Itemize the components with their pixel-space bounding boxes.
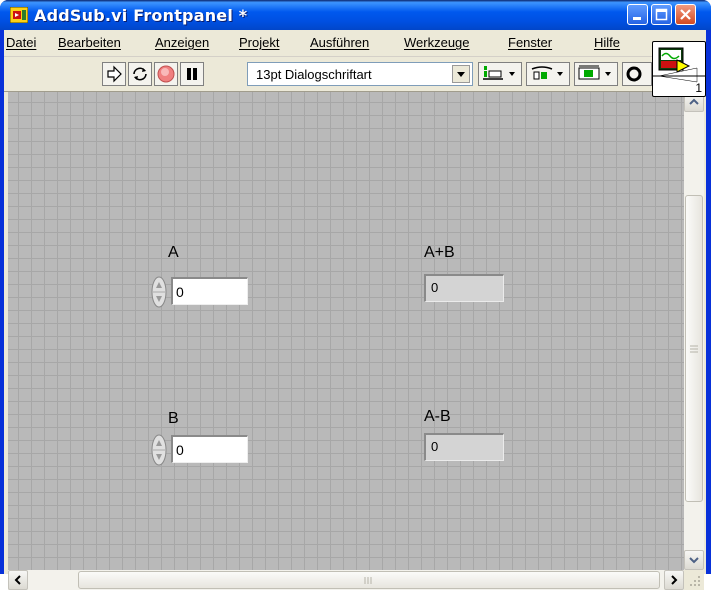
font-dropdown-button[interactable]: [452, 65, 470, 83]
run-arrow-icon: [107, 65, 122, 83]
pause-icon: [187, 68, 197, 80]
align-objects-button[interactable]: [478, 62, 522, 86]
front-panel[interactable]: A 0 A+B 0 B 0 A-B 0: [8, 92, 684, 570]
indicator-diff-display: 0: [424, 433, 504, 461]
menu-item-hilfe[interactable]: Hilfe: [594, 35, 620, 50]
menu-item-projekt[interactable]: Projekt: [239, 35, 279, 50]
indicator-diff-value: 0: [431, 439, 439, 454]
distribute-objects-icon: [531, 66, 563, 80]
minimize-button[interactable]: [627, 4, 648, 25]
menu-item-datei[interactable]: Datei: [6, 35, 36, 50]
resize-objects-icon: [578, 65, 611, 80]
reorder-icon: [626, 66, 642, 82]
vertical-scroll-thumb[interactable]: [685, 195, 703, 502]
reorder-button[interactable]: [622, 62, 652, 86]
control-a-input[interactable]: 0: [171, 277, 248, 305]
resize-grip[interactable]: [684, 570, 704, 590]
grip-lines-icon: [364, 577, 372, 584]
scroll-right-button[interactable]: [664, 570, 684, 590]
maximize-icon: [655, 8, 668, 21]
resize-objects-button[interactable]: [574, 62, 618, 86]
horizontal-scrollbar[interactable]: [8, 570, 684, 590]
menu-item-ausfuehren[interactable]: Ausführen: [310, 35, 369, 50]
indicator-sum-display: 0: [424, 274, 504, 302]
labview-vi-icon: [10, 7, 28, 23]
abort-button[interactable]: [154, 62, 178, 86]
control-a-label: A: [168, 244, 179, 261]
chevron-down-icon: [457, 72, 465, 77]
menu-item-fenster[interactable]: Fenster: [508, 35, 552, 50]
indicator-sum-label: A+B: [424, 244, 455, 261]
menu-item-anzeigen[interactable]: Anzeigen: [155, 35, 209, 50]
window-client-area: Datei Bearbeiten Anzeigen Projekt Ausfüh…: [4, 30, 706, 590]
vi-connector-pane[interactable]: 1: [652, 41, 706, 97]
increment-decrement-arrows-icon[interactable]: [151, 276, 167, 308]
run-continuous-icon: [133, 67, 147, 81]
menu-item-werkzeuge[interactable]: Werkzeuge: [404, 35, 470, 50]
scroll-left-button[interactable]: [8, 570, 28, 590]
run-continuously-button[interactable]: [128, 62, 152, 86]
connector-number: 1: [695, 81, 702, 95]
run-button[interactable]: [102, 62, 126, 86]
window-title: AddSub.vi Frontpanel *: [34, 6, 248, 25]
window: AddSub.vi Frontpanel * Datei Bearbeiten …: [0, 0, 711, 590]
scroll-down-button[interactable]: [684, 550, 704, 570]
control-b-value: 0: [176, 442, 184, 458]
font-setting-label: 13pt Dialogschriftart: [256, 67, 372, 82]
abort-icon: [157, 65, 175, 83]
control-b-input[interactable]: 0: [171, 435, 248, 463]
align-objects-icon: [483, 66, 515, 80]
menu-item-bearbeiten[interactable]: Bearbeiten: [58, 35, 121, 50]
increment-decrement-arrows-icon[interactable]: [151, 434, 167, 466]
minimize-icon: [633, 17, 641, 20]
chevron-down-icon: [689, 557, 699, 564]
pause-button[interactable]: [180, 62, 204, 86]
font-selector[interactable]: 13pt Dialogschriftart: [247, 62, 473, 86]
indicator-diff-label: A-B: [424, 408, 451, 425]
vertical-scrollbar[interactable]: [684, 92, 704, 570]
resize-grip-icon: [690, 576, 700, 586]
indicator-sum-value: 0: [431, 280, 439, 295]
grip-lines-icon: [690, 345, 698, 353]
title-bar[interactable]: AddSub.vi Frontpanel *: [0, 0, 711, 30]
maximize-button[interactable]: [651, 4, 672, 25]
toolbar: 13pt Dialogschriftart: [4, 57, 706, 92]
distribute-objects-button[interactable]: [526, 62, 570, 86]
close-button[interactable]: [675, 4, 696, 25]
control-a-value: 0: [176, 284, 184, 300]
control-b-label: B: [168, 410, 179, 427]
close-icon: [680, 9, 691, 20]
menu-bar: Datei Bearbeiten Anzeigen Projekt Ausfüh…: [4, 30, 706, 57]
